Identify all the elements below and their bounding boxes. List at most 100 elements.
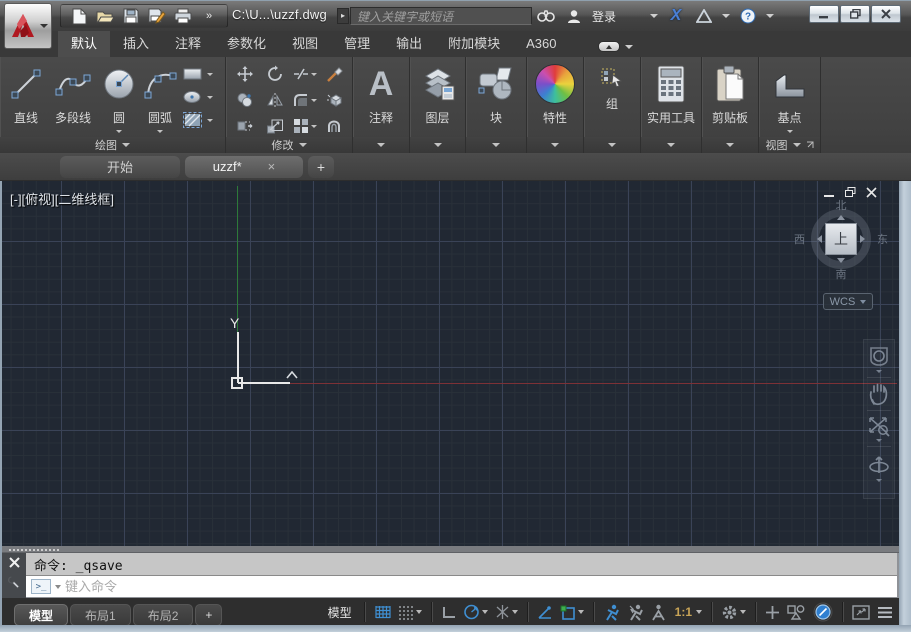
communication-caret-icon[interactable] xyxy=(722,14,730,18)
communication-center-icon[interactable] xyxy=(694,6,714,26)
save-button[interactable] xyxy=(121,6,141,26)
new-drawing-tab-button[interactable]: + xyxy=(308,156,334,178)
close-button[interactable] xyxy=(871,5,901,23)
utilities-panel-expand[interactable] xyxy=(641,137,701,153)
viewcube-east-label[interactable]: 东 xyxy=(877,231,888,247)
layout-tab-layout1[interactable]: 布局1 xyxy=(70,604,131,626)
print-button[interactable] xyxy=(173,6,193,26)
object-snap-toggle[interactable] xyxy=(558,600,586,624)
command-customize-wrench-icon[interactable] xyxy=(8,576,21,589)
orbit-caret-icon[interactable] xyxy=(876,479,882,482)
exchange-apps-icon[interactable]: X xyxy=(666,6,686,26)
panel-dialog-launcher-icon[interactable] xyxy=(806,141,814,149)
viewcube-south-label[interactable]: 南 xyxy=(836,266,847,282)
hardware-acceleration-button[interactable] xyxy=(811,600,835,624)
circle-button[interactable]: 圆 xyxy=(100,57,138,133)
snap-caret-icon[interactable] xyxy=(416,610,422,614)
sign-in-label[interactable]: 登录 xyxy=(592,8,616,25)
properties-panel-expand[interactable] xyxy=(527,137,583,153)
group-panel-expand[interactable] xyxy=(584,137,640,153)
viewcube-right-arrow-icon[interactable] xyxy=(860,235,865,243)
arc-dropdown-icon[interactable] xyxy=(157,130,163,133)
annotation-panel-expand[interactable] xyxy=(353,137,409,153)
pan-hand-icon[interactable] xyxy=(868,382,890,406)
block-panel-expand[interactable] xyxy=(466,137,526,153)
basepoint-button[interactable]: 基点 xyxy=(759,57,820,133)
rotate-button[interactable] xyxy=(260,61,290,87)
polyline-button[interactable]: 多段线 xyxy=(46,57,100,133)
viewcube-top-face[interactable]: 上 xyxy=(825,223,857,255)
ribbon-tab-view[interactable]: 视图 xyxy=(279,31,331,57)
clean-screen-button[interactable] xyxy=(850,600,872,624)
match-properties-button[interactable] xyxy=(320,61,350,87)
drawing-canvas[interactable]: [-][俯视][二维线框] Y 北 南 西 东 上 WCS xyxy=(2,181,899,546)
arc-button[interactable]: 圆弧 xyxy=(138,57,182,133)
fillet-dropdown-icon[interactable] xyxy=(311,99,317,102)
viewport-close-icon[interactable] xyxy=(866,187,877,198)
annotation-monitor-button[interactable] xyxy=(763,600,782,624)
ortho-mode-toggle[interactable] xyxy=(439,600,458,624)
search-flyout-button[interactable]: ▸ xyxy=(337,8,349,24)
viewcube-west-label[interactable]: 西 xyxy=(794,231,805,247)
new-file-button[interactable] xyxy=(69,6,89,26)
zoom-caret-icon[interactable] xyxy=(876,439,882,442)
ribbon-tab-output[interactable]: 输出 xyxy=(383,31,435,57)
modify-panel-title[interactable]: 修改 xyxy=(226,137,352,153)
isolate-objects-button[interactable] xyxy=(785,600,808,624)
annotation-autoscale-toggle[interactable] xyxy=(625,600,646,624)
viewport-minimize-icon[interactable] xyxy=(824,187,835,198)
open-file-button[interactable] xyxy=(95,6,115,26)
viewport-restore-icon[interactable] xyxy=(845,187,856,198)
annotation-scale-value[interactable]: 1:1 xyxy=(671,600,704,624)
snap-mode-toggle[interactable] xyxy=(396,600,424,624)
isodraft-caret-icon[interactable] xyxy=(512,610,518,614)
viewport-controls-label[interactable]: [-][俯视][二维线框] xyxy=(10,189,114,208)
utilities-button[interactable]: 实用工具 xyxy=(641,57,701,126)
wcs-dropdown[interactable]: WCS xyxy=(823,293,873,310)
line-button[interactable]: 直线 xyxy=(6,57,46,133)
offset-button[interactable] xyxy=(320,113,350,139)
ribbon-tab-annotate[interactable]: 注释 xyxy=(162,31,214,57)
stretch-button[interactable] xyxy=(230,113,260,139)
isometric-drafting-toggle[interactable] xyxy=(493,600,520,624)
layers-panel-expand[interactable] xyxy=(410,137,465,153)
command-input[interactable] xyxy=(65,576,897,597)
ribbon-tab-insert[interactable]: 插入 xyxy=(110,31,162,57)
application-menu-button[interactable] xyxy=(4,3,52,49)
hatch-button[interactable] xyxy=(182,110,213,130)
rectangle-button[interactable] xyxy=(182,64,213,84)
array-button[interactable] xyxy=(290,113,320,139)
command-recent-caret-icon[interactable] xyxy=(55,585,61,589)
viewcube-north-label[interactable]: 北 xyxy=(836,197,847,213)
command-close-icon[interactable] xyxy=(9,557,20,568)
circle-dropdown-icon[interactable] xyxy=(116,130,122,133)
view-panel-title[interactable]: 视图 xyxy=(759,137,820,153)
annotation-scale-icon-button[interactable] xyxy=(649,600,668,624)
annotation-visibility-toggle[interactable] xyxy=(601,600,622,624)
navigation-wheel-caret-icon[interactable] xyxy=(876,370,882,373)
help-caret-icon[interactable] xyxy=(766,14,774,18)
array-dropdown-icon[interactable] xyxy=(311,125,317,128)
polar-caret-icon[interactable] xyxy=(482,610,488,614)
copy-button[interactable] xyxy=(230,87,260,113)
restore-button[interactable] xyxy=(840,5,870,23)
search-binoculars-icon[interactable] xyxy=(536,6,556,26)
workspace-caret-icon[interactable] xyxy=(740,610,746,614)
scale-button[interactable] xyxy=(260,113,290,139)
rectangle-dropdown-icon[interactable] xyxy=(207,73,213,76)
command-history-line[interactable]: 命令: _qsave xyxy=(26,553,897,576)
ellipse-dropdown-icon[interactable] xyxy=(207,96,213,99)
minimize-button[interactable] xyxy=(809,5,839,23)
ribbon-tab-addins[interactable]: 附加模块 xyxy=(435,31,513,57)
new-layout-button[interactable]: + xyxy=(195,604,222,626)
grid-display-toggle[interactable] xyxy=(372,600,393,624)
viewcube-left-arrow-icon[interactable] xyxy=(817,235,822,243)
ellipse-button[interactable] xyxy=(182,87,213,107)
fillet-button[interactable] xyxy=(290,87,320,113)
file-tab-start[interactable]: 开始 xyxy=(60,156,180,178)
viewcube-down-arrow-icon[interactable] xyxy=(837,258,845,263)
basepoint-dropdown-icon[interactable] xyxy=(787,130,793,133)
move-button[interactable] xyxy=(230,61,260,87)
object-snap-tracking-toggle[interactable] xyxy=(535,600,555,624)
clipboard-button[interactable]: 剪贴板 xyxy=(702,57,758,126)
